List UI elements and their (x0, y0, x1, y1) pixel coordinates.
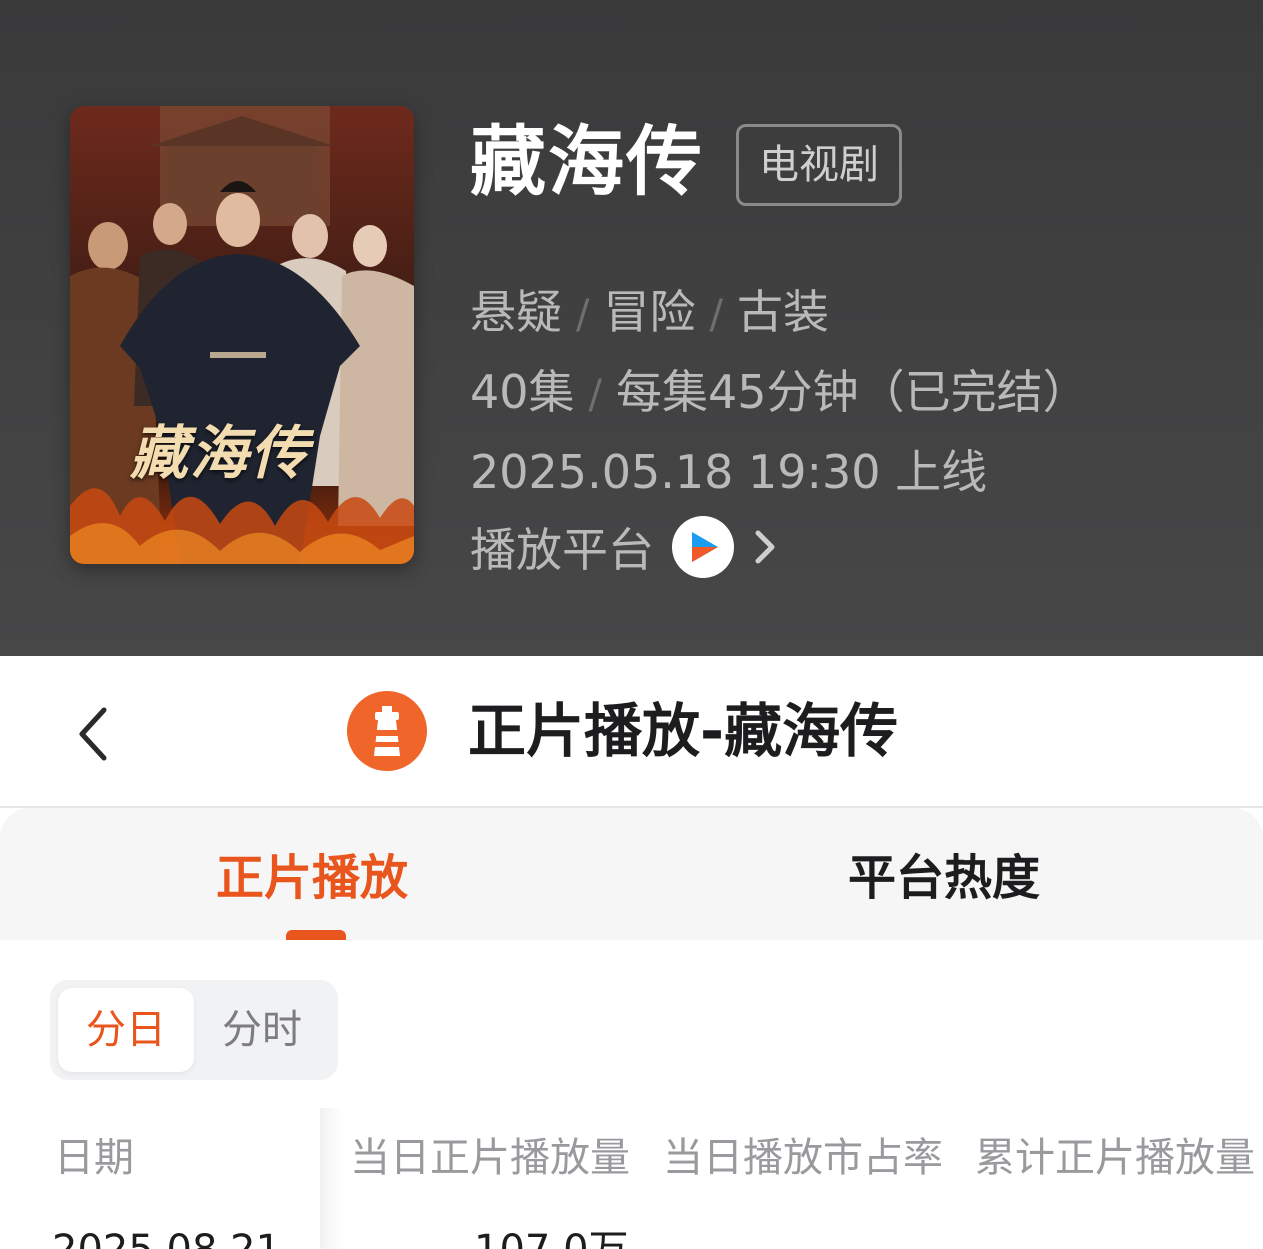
release-time: 2025.05.18 19:30 上线 (470, 445, 988, 499)
nav-bar: 正片播放-藏海传 (0, 656, 1263, 808)
show-title: 藏海传 (470, 117, 704, 206)
segment-daily[interactable]: 分日 (58, 988, 194, 1072)
tab-episode-plays[interactable]: 正片播放 (216, 844, 408, 912)
genre-tag: 冒险 (603, 285, 696, 339)
episode-separator: / (588, 372, 603, 418)
column-header-cumulative-views[interactable]: 累计正片播放量 (975, 1130, 1255, 1186)
tab-bar: 正片播放 平台热度 (0, 808, 1263, 940)
column-header-date[interactable]: 日期 (54, 1130, 134, 1186)
youku-platform-icon[interactable] (672, 516, 734, 578)
genre-separator: / (709, 292, 723, 338)
platform-row[interactable]: 播放平台 (470, 514, 780, 580)
show-poster[interactable]: 藏海传 (70, 106, 414, 564)
genre-tag: 悬疑 (470, 285, 562, 339)
lighthouse-logo-icon (347, 691, 427, 771)
type-tag: 电视剧 (736, 124, 902, 206)
episode-count: 40集 (470, 365, 575, 419)
platform-label: 播放平台 (470, 523, 654, 577)
genre-separator: / (576, 292, 590, 338)
tab-platform-heat[interactable]: 平台热度 (848, 844, 1040, 912)
back-arrow-icon[interactable] (72, 704, 112, 764)
chevron-right-icon[interactable] (750, 523, 780, 571)
frozen-column-shadow (320, 1108, 344, 1249)
episode-info: 40集 / 每集45分钟（已完结） (470, 356, 1089, 422)
poster-title-art: 藏海传 (130, 419, 311, 487)
page-title: 正片播放-藏海传 (468, 697, 899, 765)
show-header-card: 藏海传 藏海传 电视剧 悬疑 / 冒险 / 古装 40集 / 每集45分钟（已完结） 202… (0, 0, 1263, 656)
stats-panel: 分日 分时 日期 当日正片播放量 当日播放市占率 累计正片播放量 2025.08… (0, 940, 1263, 1249)
column-header-daily-views[interactable]: 当日正片播放量 (350, 1130, 630, 1186)
genre-list: 悬疑 / 冒险 / 古装 (470, 276, 829, 342)
genre-tag: 古装 (736, 285, 829, 339)
poster-artwork (70, 106, 414, 564)
episode-duration: 每集45分钟（已完结） (616, 365, 1089, 419)
segment-hourly[interactable]: 分时 (194, 988, 330, 1072)
column-header-market-share[interactable]: 当日播放市占率 (663, 1130, 943, 1186)
table-row-date: 2025.08.21 (52, 1222, 281, 1249)
table-row-daily-views: 107.0万 (474, 1222, 629, 1249)
granularity-segmented-control: 分日 分时 (50, 980, 338, 1080)
active-tab-indicator (286, 930, 346, 940)
